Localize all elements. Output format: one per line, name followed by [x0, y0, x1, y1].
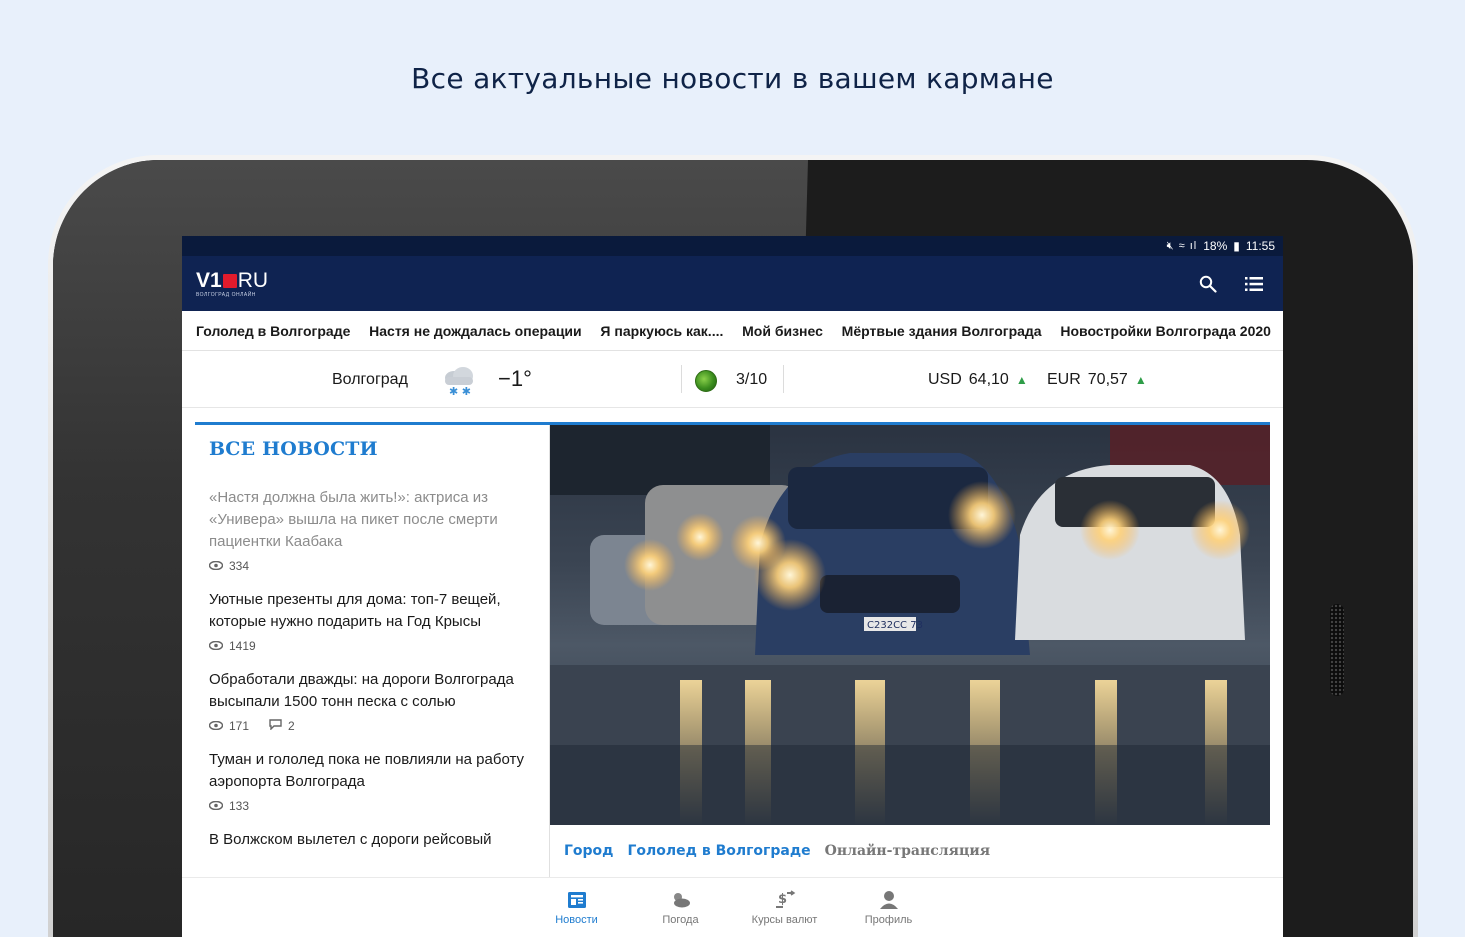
nav-label: Курсы валют: [751, 914, 818, 926]
news-item[interactable]: «Настя должна была жить!»: актриса из «У…: [208, 487, 535, 573]
views-count: 133: [229, 799, 250, 813]
app-header: V1 RU ВОЛГОГРАД ОНЛАЙН: [182, 256, 1283, 311]
news-title: Уютные презенты для дома: топ-7 вещей, к…: [209, 591, 501, 630]
news-icon: [566, 889, 588, 911]
mute-wifi-signal-icons: 🔇︎ ≈ ıl: [1166, 239, 1198, 252]
nav-label: Погода: [662, 914, 699, 926]
search-icon[interactable]: [1197, 273, 1219, 295]
weather-city[interactable]: Волгоград: [332, 371, 408, 389]
topic-tag[interactable]: Я паркуюсь как....: [600, 323, 723, 339]
news-item[interactable]: Туман и гололед пока не повлияли на рабо…: [208, 749, 535, 813]
featured-tag[interactable]: Город: [564, 843, 614, 859]
snow-cloud-icon: ✱ ✱: [442, 365, 476, 398]
info-widgets-bar: Волгоград ✱ ✱ −1° 3/10 USD 64,10 ▲ EUR 7…: [182, 351, 1283, 408]
section-title[interactable]: ВСЕ НОВОСТИ: [209, 438, 535, 460]
news-item[interactable]: Обработали дважды: на дороги Волгограда …: [208, 669, 535, 733]
svg-text:$: $: [778, 892, 787, 907]
views-count: 1419: [229, 639, 256, 653]
comments-count: 2: [288, 719, 295, 733]
menu-list-icon[interactable]: [1243, 273, 1265, 295]
nav-label: Новости: [555, 914, 598, 926]
bottom-navigation: Новости Погода $ Курсы валют Профиль: [182, 877, 1283, 937]
topic-tag[interactable]: Мой бизнес: [742, 323, 823, 339]
nav-profile[interactable]: Профиль: [856, 889, 922, 926]
featured-tags: Город Гололед в Волгограде Онлайн-трансл…: [550, 825, 1269, 877]
battery-percent: 18%: [1203, 239, 1228, 253]
news-item[interactable]: В Волжском вылетел с дороги рейсовый: [209, 829, 535, 851]
usd-rate[interactable]: USD 64,10 ▲: [928, 371, 1028, 389]
eur-rate[interactable]: EUR 70,57 ▲: [1047, 371, 1147, 389]
topic-tag[interactable]: Гололед в Волгограде: [196, 323, 350, 339]
nav-news[interactable]: Новости: [544, 889, 610, 926]
nav-weather[interactable]: Погода: [648, 889, 714, 926]
profile-icon: [878, 889, 900, 911]
promo-title: Все актуальные новости в вашем кармане: [411, 62, 1054, 95]
trend-up-icon: ▲: [1134, 373, 1147, 387]
views-count: 171: [229, 719, 250, 733]
featured-story: С232СС 73 Город Гололед в Волгограде Онл…: [549, 425, 1270, 877]
nav-label: Профиль: [864, 914, 913, 926]
svg-text:✱ ✱: ✱ ✱: [449, 385, 471, 397]
eye-icon: [208, 639, 224, 653]
eye-icon: [208, 799, 224, 813]
eye-icon: [208, 719, 224, 733]
clock: 11:55: [1245, 239, 1275, 253]
traffic-score[interactable]: 3/10: [736, 371, 767, 389]
status-bar: 🔇︎ ≈ ıl 18% ▮ 11:55: [182, 236, 1283, 256]
nav-currency[interactable]: $ Курсы валют: [752, 889, 818, 926]
license-plate: С232СС 73: [867, 620, 923, 631]
main-content: ВСЕ НОВОСТИ «Настя должна была жить!»: а…: [195, 422, 1270, 877]
topic-tag[interactable]: Настя не дождалась операции: [369, 323, 582, 339]
currency-icon: $: [774, 889, 796, 911]
news-title: Обработали дважды: на дороги Волгограда …: [209, 671, 514, 710]
comment-icon: [269, 719, 282, 733]
temperature: −1°: [498, 366, 532, 391]
views-count: 334: [229, 559, 250, 573]
featured-tag-live[interactable]: Онлайн-трансляция: [825, 843, 990, 859]
news-title: Туман и гололед пока не повлияли на рабо…: [209, 751, 524, 790]
trend-up-icon: ▲: [1015, 373, 1028, 387]
news-item[interactable]: Уютные презенты для дома: топ-7 вещей, к…: [208, 589, 535, 653]
news-title: «Настя должна была жить!»: актриса из «У…: [209, 489, 498, 550]
site-logo[interactable]: V1 RU ВОЛГОГРАД ОНЛАЙН: [196, 269, 268, 298]
topic-tag[interactable]: Новостройки Волгограда 2020: [1060, 323, 1271, 339]
traffic-indicator-icon: [695, 370, 717, 392]
eye-icon: [208, 559, 224, 573]
topic-tag[interactable]: Мёртвые здания Волгограда: [842, 323, 1042, 339]
featured-photo[interactable]: С232СС 73: [550, 425, 1270, 825]
topic-tags-bar: Гололед в Волгограде Настя не дождалась …: [182, 311, 1283, 351]
news-list: ВСЕ НОВОСТИ «Настя должна была жить!»: а…: [195, 425, 549, 877]
weather-icon: [670, 889, 692, 911]
featured-tag[interactable]: Гололед в Волгограде: [628, 843, 811, 859]
tablet-speaker: [1330, 604, 1344, 696]
app-screen: 🔇︎ ≈ ıl 18% ▮ 11:55 V1 RU ВОЛГОГРАД ОНЛАЙ…: [182, 236, 1283, 937]
news-title: В Волжском вылетел с дороги рейсовый: [209, 831, 492, 848]
battery-icon: ▮: [1233, 239, 1240, 253]
